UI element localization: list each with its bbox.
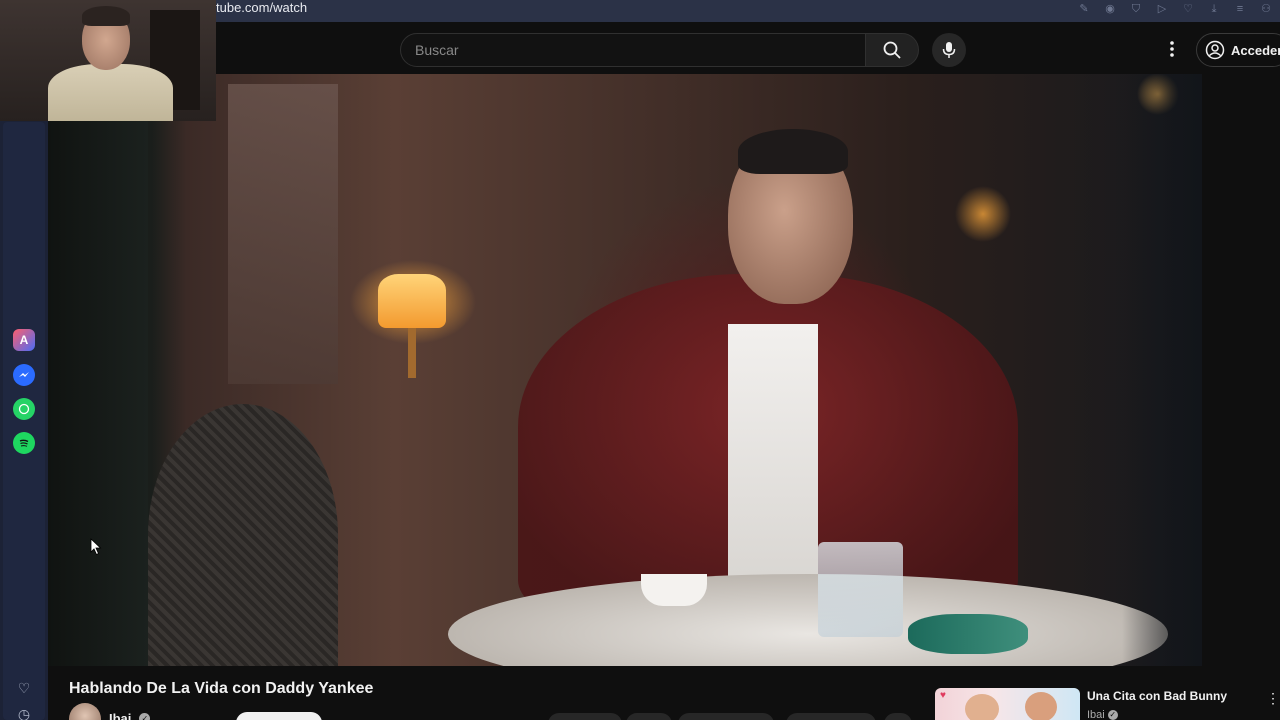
video-title: Hablando De La Vida con Daddy Yankee: [69, 680, 374, 697]
subscribe-button[interactable]: [236, 712, 322, 720]
related-video-channel: Ibai ✓: [1087, 709, 1118, 720]
search-button[interactable]: [865, 33, 919, 67]
signin-button[interactable]: Acceder: [1196, 33, 1280, 67]
video-person-hair: [738, 129, 848, 174]
video-cup: [641, 574, 707, 606]
share-button[interactable]: [678, 713, 774, 720]
browser-toolbar: ✎ ◉ ⛉ ▷ ♡ ⤓ ≡ ⚇: [1076, 2, 1274, 16]
heart-icon: ♥: [940, 690, 946, 701]
channel-row: Ibai ✓: [69, 703, 151, 720]
webcam-person-body: [48, 64, 173, 121]
channel-avatar[interactable]: [69, 703, 101, 720]
search-box[interactable]: [400, 33, 866, 67]
player-shadow-right: [1122, 74, 1202, 666]
related-more-icon[interactable]: ⋮: [1266, 689, 1280, 707]
spotify-icon[interactable]: [13, 432, 35, 454]
more-options-button[interactable]: [1160, 37, 1184, 61]
channel-name[interactable]: Ibai: [109, 711, 131, 720]
edit-icon[interactable]: ✎: [1076, 2, 1092, 16]
search-input[interactable]: [401, 34, 865, 66]
like-button[interactable]: [548, 713, 622, 720]
video-lamp-base: [408, 328, 416, 378]
verified-icon: ✓: [1107, 710, 1118, 720]
browser-window: tube.com/watch ✎ ◉ ⛉ ▷ ♡ ⤓ ≡ ⚇ A ♡ ◷ Bus…: [0, 0, 1280, 720]
play-icon[interactable]: ▷: [1154, 2, 1170, 16]
heart-icon[interactable]: ♡: [16, 680, 32, 696]
signin-label: Acceder: [1231, 42, 1280, 58]
mouse-cursor-icon: [90, 538, 102, 556]
youtube-header: Acceder: [48, 22, 1280, 74]
more-vert-icon: [1170, 41, 1174, 57]
video-sunglasses: [908, 614, 1028, 654]
sidebar-strip: [3, 122, 45, 720]
webcam-overlay: [0, 0, 216, 121]
video-chair: [148, 404, 338, 666]
menu-icon[interactable]: ≡: [1232, 2, 1248, 16]
related-video-title[interactable]: Una Cita con Bad Bunny: [1087, 689, 1227, 703]
messenger-icon[interactable]: [13, 364, 35, 386]
verified-icon: ✓: [139, 712, 151, 720]
save-button[interactable]: [786, 713, 876, 720]
webcam-person-hair: [82, 6, 130, 26]
search-icon: [883, 41, 901, 59]
thumbnail-face: [965, 694, 999, 720]
whatsapp-icon[interactable]: [13, 398, 35, 420]
microphone-icon: [942, 42, 956, 58]
address-url[interactable]: tube.com/watch: [216, 0, 307, 15]
account-circle-icon: [1205, 40, 1225, 60]
more-actions-button[interactable]: [884, 713, 912, 720]
shield-icon[interactable]: ⛉: [1128, 2, 1144, 16]
dislike-button[interactable]: [626, 713, 672, 720]
download-icon[interactable]: ⤓: [1206, 2, 1222, 16]
user-icon[interactable]: ⚇: [1258, 2, 1274, 16]
spotify-waves-icon: [19, 439, 29, 447]
voice-search-button[interactable]: [932, 33, 966, 67]
video-glass: [818, 542, 903, 637]
video-person-shirt: [728, 324, 818, 584]
video-lamp: [378, 274, 446, 328]
heart-icon[interactable]: ♡: [1180, 2, 1196, 16]
whatsapp-phone-icon: [18, 403, 30, 415]
video-player[interactable]: [48, 74, 1202, 666]
messenger-bolt-icon: [19, 372, 29, 377]
camera-icon[interactable]: ◉: [1102, 2, 1118, 16]
related-video-thumbnail[interactable]: ♥: [935, 688, 1080, 720]
video-background-window: [228, 84, 338, 384]
arc-icon[interactable]: A: [13, 329, 35, 351]
player-shadow-left: [48, 74, 148, 666]
thumbnail-face: [1025, 692, 1057, 720]
related-channel-name[interactable]: Ibai: [1087, 709, 1105, 720]
history-icon[interactable]: ◷: [16, 706, 32, 720]
